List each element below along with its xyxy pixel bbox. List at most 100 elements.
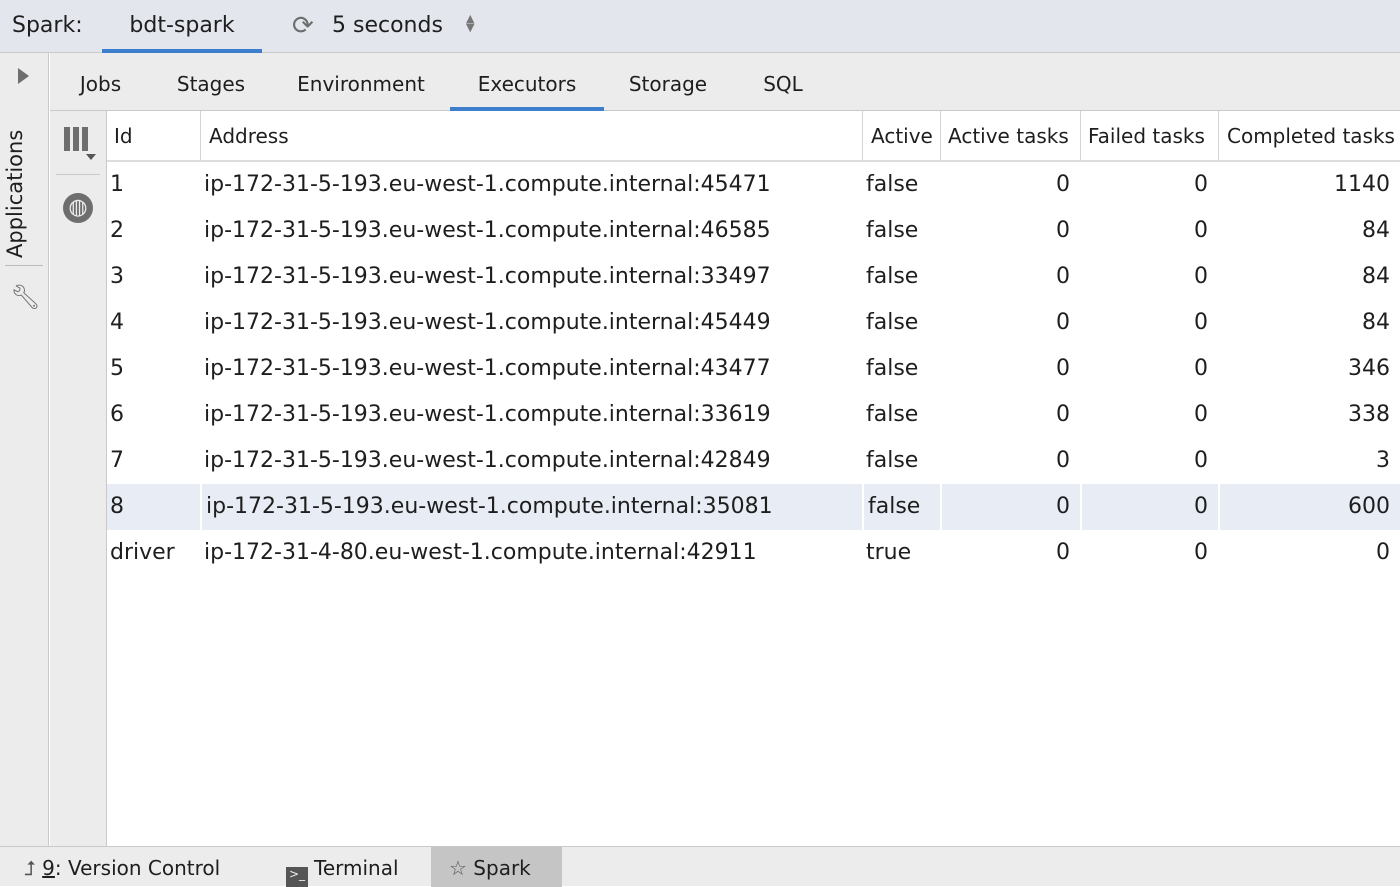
- left-tool-strip: Applications 🔧︎: [0, 53, 49, 846]
- tab-jobs[interactable]: Jobs: [50, 53, 151, 111]
- cell-failed-tasks[interactable]: 0: [1080, 484, 1218, 530]
- cell-address[interactable]: ip-172-31-5-193.eu-west-1.compute.intern…: [200, 254, 862, 300]
- cell-active[interactable]: false: [862, 484, 940, 530]
- terminal-icon: >_: [286, 867, 308, 887]
- cell-active[interactable]: false: [862, 208, 940, 254]
- expand-arrow-icon[interactable]: [18, 68, 29, 84]
- table-row[interactable]: 6 ip-172-31-5-193.eu-west-1.compute.inter…: [107, 392, 1400, 438]
- table-header: Id Address Active Active tasks Failed ta…: [107, 111, 1400, 162]
- cell-completed-tasks[interactable]: 84: [1218, 254, 1400, 300]
- table-row[interactable]: 4 ip-172-31-5-193.eu-west-1.compute.inter…: [107, 300, 1400, 346]
- table-toolbar: ◍: [50, 111, 107, 846]
- star-icon: ☆: [449, 856, 467, 880]
- cell-completed-tasks[interactable]: 1140: [1218, 162, 1400, 208]
- cell-active[interactable]: false: [862, 346, 940, 392]
- cell-completed-tasks[interactable]: 0: [1218, 530, 1400, 576]
- tab-label: Spark: [473, 856, 531, 880]
- cell-failed-tasks[interactable]: 0: [1080, 530, 1218, 576]
- globe-icon[interactable]: ◍: [63, 193, 93, 223]
- cell-id[interactable]: 5: [107, 346, 200, 392]
- divider: [5, 265, 43, 266]
- dropdown-arrow-icon[interactable]: [86, 154, 96, 160]
- cell-failed-tasks[interactable]: 0: [1080, 300, 1218, 346]
- mnemonic: 9: [42, 856, 55, 880]
- cell-id[interactable]: 1: [107, 162, 200, 208]
- cell-address[interactable]: ip-172-31-5-193.eu-west-1.compute.intern…: [200, 438, 862, 484]
- columns-icon[interactable]: [64, 127, 91, 155]
- table-row[interactable]: 2 ip-172-31-5-193.eu-west-1.compute.inter…: [107, 208, 1400, 254]
- table-row[interactable]: driver ip-172-31-4-80.eu-west-1.compute.i…: [107, 530, 1400, 576]
- cell-address[interactable]: ip-172-31-5-193.eu-west-1.compute.intern…: [200, 300, 862, 346]
- cell-failed-tasks[interactable]: 0: [1080, 162, 1218, 208]
- cell-id[interactable]: 2: [107, 208, 200, 254]
- spark-tool-tab[interactable]: ☆ Spark: [431, 847, 562, 887]
- tab-sql[interactable]: SQL: [732, 53, 834, 111]
- cell-id[interactable]: 3: [107, 254, 200, 300]
- column-header-active-tasks[interactable]: Active tasks: [940, 111, 1080, 160]
- table-row[interactable]: 8 ip-172-31-5-193.eu-west-1.compute.inter…: [107, 484, 1400, 530]
- table-row[interactable]: 3 ip-172-31-5-193.eu-west-1.compute.inter…: [107, 254, 1400, 300]
- cell-id[interactable]: driver: [107, 530, 200, 576]
- cell-address[interactable]: ip-172-31-5-193.eu-west-1.compute.intern…: [200, 208, 862, 254]
- column-header-active[interactable]: Active: [862, 111, 940, 160]
- cell-failed-tasks[interactable]: 0: [1080, 346, 1218, 392]
- cell-id[interactable]: 4: [107, 300, 200, 346]
- cell-completed-tasks[interactable]: 84: [1218, 300, 1400, 346]
- cell-failed-tasks[interactable]: 0: [1080, 392, 1218, 438]
- connection-tab[interactable]: bdt-spark: [102, 0, 262, 53]
- terminal-tool-tab[interactable]: >_ Terminal: [286, 847, 426, 887]
- divider: [56, 174, 100, 175]
- table-row[interactable]: 5 ip-172-31-5-193.eu-west-1.compute.inter…: [107, 346, 1400, 392]
- spark-toolbar: Spark: bdt-spark ⟳ 5 seconds ▲ ▼: [0, 0, 1400, 53]
- tab-stages[interactable]: Stages: [151, 53, 271, 111]
- cell-active[interactable]: false: [862, 162, 940, 208]
- tab-storage[interactable]: Storage: [604, 53, 732, 111]
- tab-label: Terminal: [314, 856, 399, 880]
- cell-active-tasks[interactable]: 0: [940, 438, 1080, 484]
- spark-tabs: Jobs Stages Environment Executors Storag…: [50, 53, 1400, 111]
- cell-id[interactable]: 8: [107, 484, 200, 530]
- refresh-interval-select[interactable]: 5 seconds: [332, 13, 443, 38]
- cell-failed-tasks[interactable]: 0: [1080, 208, 1218, 254]
- cell-address[interactable]: ip-172-31-5-193.eu-west-1.compute.intern…: [200, 162, 862, 208]
- cell-active[interactable]: false: [862, 300, 940, 346]
- cell-failed-tasks[interactable]: 0: [1080, 438, 1218, 484]
- cell-address[interactable]: ip-172-31-4-80.eu-west-1.compute.interna…: [200, 530, 862, 576]
- refresh-icon[interactable]: ⟳: [292, 11, 314, 41]
- cell-active-tasks[interactable]: 0: [940, 392, 1080, 438]
- cell-active-tasks[interactable]: 0: [940, 162, 1080, 208]
- cell-completed-tasks[interactable]: 338: [1218, 392, 1400, 438]
- column-header-failed-tasks[interactable]: Failed tasks: [1080, 111, 1218, 160]
- tab-environment[interactable]: Environment: [271, 53, 451, 111]
- cell-active[interactable]: false: [862, 438, 940, 484]
- column-header-completed-tasks[interactable]: Completed tasks: [1218, 111, 1400, 160]
- cell-completed-tasks[interactable]: 84: [1218, 208, 1400, 254]
- cell-completed-tasks[interactable]: 3: [1218, 438, 1400, 484]
- cell-id[interactable]: 6: [107, 392, 200, 438]
- cell-active[interactable]: true: [862, 530, 940, 576]
- select-arrows-icon[interactable]: ▲ ▼: [466, 13, 474, 33]
- cell-active-tasks[interactable]: 0: [940, 300, 1080, 346]
- cell-failed-tasks[interactable]: 0: [1080, 254, 1218, 300]
- cell-active[interactable]: false: [862, 392, 940, 438]
- cell-id[interactable]: 7: [107, 438, 200, 484]
- cell-active-tasks[interactable]: 0: [940, 530, 1080, 576]
- table-row[interactable]: 1 ip-172-31-5-193.eu-west-1.compute.inter…: [107, 162, 1400, 208]
- cell-completed-tasks[interactable]: 346: [1218, 346, 1400, 392]
- tab-executors[interactable]: Executors: [450, 53, 604, 111]
- cell-active-tasks[interactable]: 0: [940, 208, 1080, 254]
- cell-active-tasks[interactable]: 0: [940, 254, 1080, 300]
- column-header-address[interactable]: Address: [200, 111, 862, 160]
- applications-tool-tab[interactable]: Applications: [3, 98, 27, 258]
- cell-completed-tasks[interactable]: 600: [1218, 484, 1400, 530]
- table-row[interactable]: 7 ip-172-31-5-193.eu-west-1.compute.inter…: [107, 438, 1400, 484]
- column-header-id[interactable]: Id: [107, 111, 200, 160]
- cell-address[interactable]: ip-172-31-5-193.eu-west-1.compute.intern…: [200, 392, 862, 438]
- cell-active[interactable]: false: [862, 254, 940, 300]
- cell-active-tasks[interactable]: 0: [940, 346, 1080, 392]
- cell-address[interactable]: ip-172-31-5-193.eu-west-1.compute.intern…: [200, 346, 862, 392]
- wrench-icon[interactable]: 🔧︎: [10, 283, 40, 311]
- cell-active-tasks[interactable]: 0: [940, 484, 1080, 530]
- cell-address[interactable]: ip-172-31-5-193.eu-west-1.compute.intern…: [200, 484, 862, 530]
- version-control-tool-tab[interactable]: ⮥ 9: Version Control: [24, 847, 254, 887]
